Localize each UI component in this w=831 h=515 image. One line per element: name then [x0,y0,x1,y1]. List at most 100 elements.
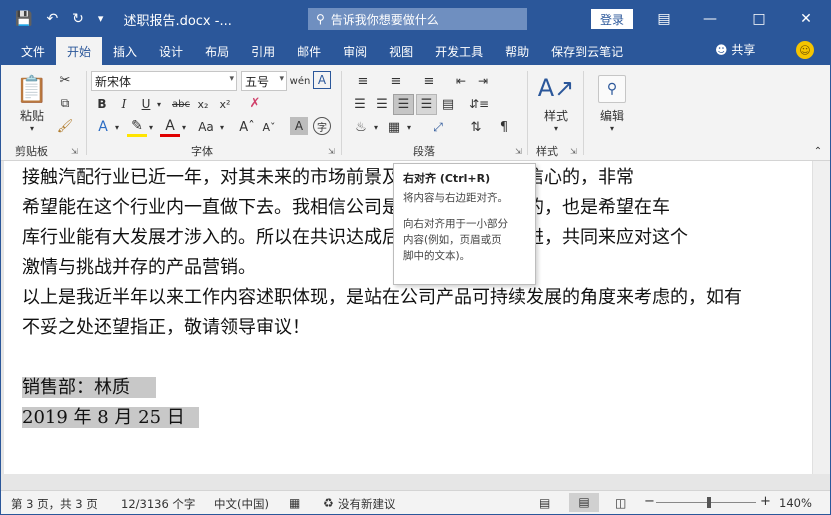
page-count[interactable]: 第 3 页，共 3 页 [11,496,98,512]
text-effects-icon[interactable]: A [93,117,113,137]
multilevel-list-icon[interactable]: ≡ [417,71,441,91]
borders-icon[interactable]: ▦ [384,117,404,137]
shading-icon[interactable]: ♨ [351,117,371,137]
bold-icon[interactable]: B [93,95,111,113]
tab-insert[interactable]: 插入 [102,37,148,65]
redo-icon[interactable]: ↻ [72,12,84,26]
tab-design[interactable]: 设计 [148,37,194,65]
bullets-icon[interactable]: ≡ [351,71,375,91]
ribbon-display-options-icon[interactable]: ▤ [641,1,687,37]
distributed-icon[interactable]: ▤ [439,95,457,113]
tab-file[interactable]: 文件 [1,37,56,65]
underline-dropdown-icon[interactable]: ▾ [154,95,164,113]
decrease-indent-icon[interactable]: ⇤ [451,71,471,91]
tab-developer[interactable]: 开发工具 [424,37,494,65]
tab-references[interactable]: 引用 [240,37,286,65]
styles-dropdown-icon[interactable]: ▾ [551,123,561,133]
minimize-icon[interactable]: — [687,1,733,37]
suggestion-status[interactable]: 没有新建议 [338,496,396,512]
tab-mailings[interactable]: 邮件 [286,37,332,65]
maximize-icon[interactable]: □ [736,1,782,37]
shading-dropdown-icon[interactable]: ▾ [371,119,381,135]
login-button[interactable]: 登录 [591,9,633,29]
share-button[interactable]: ☻ 共享 [715,41,755,58]
tab-save-cloud[interactable]: 保存到云笔记 [540,37,634,65]
vertical-scrollbar[interactable] [812,161,830,474]
paragraph-launcher-icon[interactable]: ⇲ [515,147,522,156]
zoom-slider-thumb[interactable] [707,497,711,508]
show-formatting-marks-icon[interactable]: ¶ [494,117,514,137]
underline-icon[interactable]: U [137,95,155,113]
tell-me-search[interactable]: ⚲ 告诉我你想要做什么 [308,8,527,30]
styles-icon[interactable]: A↗ [538,73,575,103]
enclose-characters-icon[interactable]: 字 [313,117,331,135]
strikethrough-icon[interactable]: abc [171,95,191,113]
tab-home[interactable]: 开始 [56,37,103,65]
justify-icon[interactable]: ☰ [416,94,437,115]
styles-button[interactable]: 样式 [537,107,575,123]
tab-help[interactable]: 帮助 [494,37,540,65]
grow-font-icon[interactable]: Aˆ [237,117,257,137]
tab-layout[interactable]: 布局 [194,37,240,65]
font-color-dropdown-icon[interactable]: ▾ [179,119,189,135]
clear-formatting-icon[interactable]: ✗ [245,93,265,113]
change-case-dropdown-icon[interactable]: ▾ [217,119,227,135]
read-mode-icon[interactable]: ▤ [539,496,550,510]
line-spacing-icon[interactable]: ⇵≡ [467,95,491,113]
cut-icon[interactable]: ✂ [56,71,74,89]
subscript-icon[interactable]: x₂ [194,95,212,113]
text-effects-dropdown-icon[interactable]: ▾ [112,119,122,135]
borders-dropdown-icon[interactable]: ▾ [404,119,414,135]
font-launcher-icon[interactable]: ⇲ [328,147,335,156]
phonetic-guide-icon[interactable]: wén [290,71,311,91]
font-size-combo[interactable]: 五号 ▾ [241,71,287,91]
highlight-icon[interactable]: ✎ [127,117,147,137]
shrink-font-icon[interactable]: Aˇ [259,117,279,137]
increase-indent-icon[interactable]: ⇥ [473,71,493,91]
editing-dropdown-icon[interactable]: ▾ [607,123,617,133]
tooltip-title: 右对齐 (Ctrl+R) [403,172,491,185]
italic-icon[interactable]: I [115,95,133,113]
undo-icon[interactable]: ↶ [46,12,58,26]
change-case-icon[interactable]: Aa [194,117,218,137]
sort-icon[interactable]: ⇅ [466,117,486,137]
clipboard-launcher-icon[interactable]: ⇲ [71,147,78,156]
collapse-ribbon-icon[interactable]: ⌃ [811,145,825,157]
editing-button[interactable]: 编辑 [593,107,631,123]
paste-dropdown-icon[interactable]: ▾ [25,123,39,133]
align-left-icon[interactable]: ☰ [351,95,369,113]
copy-icon[interactable]: ⧉ [56,94,74,112]
print-layout-icon[interactable]: ▤ [569,493,599,512]
language-indicator[interactable]: 中文(中国) [214,496,269,512]
word-count[interactable]: 12/3136 个字 [121,496,195,512]
macro-record-icon[interactable]: ▦ [289,496,300,510]
superscript-icon[interactable]: x² [216,95,234,113]
highlight-dropdown-icon[interactable]: ▾ [146,119,156,135]
close-icon[interactable]: ✕ [783,1,829,37]
numbering-icon[interactable]: ≡ [384,71,408,91]
zoom-out-icon[interactable]: − [644,494,655,509]
asian-layout-icon[interactable]: ⤢ [427,117,449,137]
format-painter-icon[interactable]: 🖌 [56,117,74,135]
styles-group-label: 样式 [536,145,558,158]
character-shading-icon[interactable]: A [290,117,308,135]
chevron-down-icon: ▾ [229,74,234,84]
tab-review[interactable]: 审阅 [332,37,378,65]
align-right-icon[interactable]: ☰ [393,94,414,115]
character-border-icon[interactable]: A [313,71,331,89]
customize-qat-icon[interactable]: ▾ [98,12,104,26]
save-icon[interactable]: 💾 [15,12,32,26]
font-color-icon[interactable]: A [160,117,180,137]
web-layout-icon[interactable]: ◫ [615,496,626,510]
find-icon[interactable]: ⚲ [598,75,626,103]
zoom-slider[interactable] [656,502,756,503]
zoom-level[interactable]: 140% [779,496,812,510]
styles-launcher-icon[interactable]: ⇲ [570,147,577,156]
feedback-smiley-icon[interactable]: ☺ [796,41,814,59]
align-center-icon[interactable]: ☰ [373,95,391,113]
font-name-combo[interactable]: 新宋体 ▾ [91,71,237,91]
paste-icon[interactable]: 📋 [15,73,49,107]
zoom-in-icon[interactable]: + [760,494,771,509]
tab-view[interactable]: 视图 [378,37,424,65]
paste-label[interactable]: 粘贴 [15,107,49,123]
